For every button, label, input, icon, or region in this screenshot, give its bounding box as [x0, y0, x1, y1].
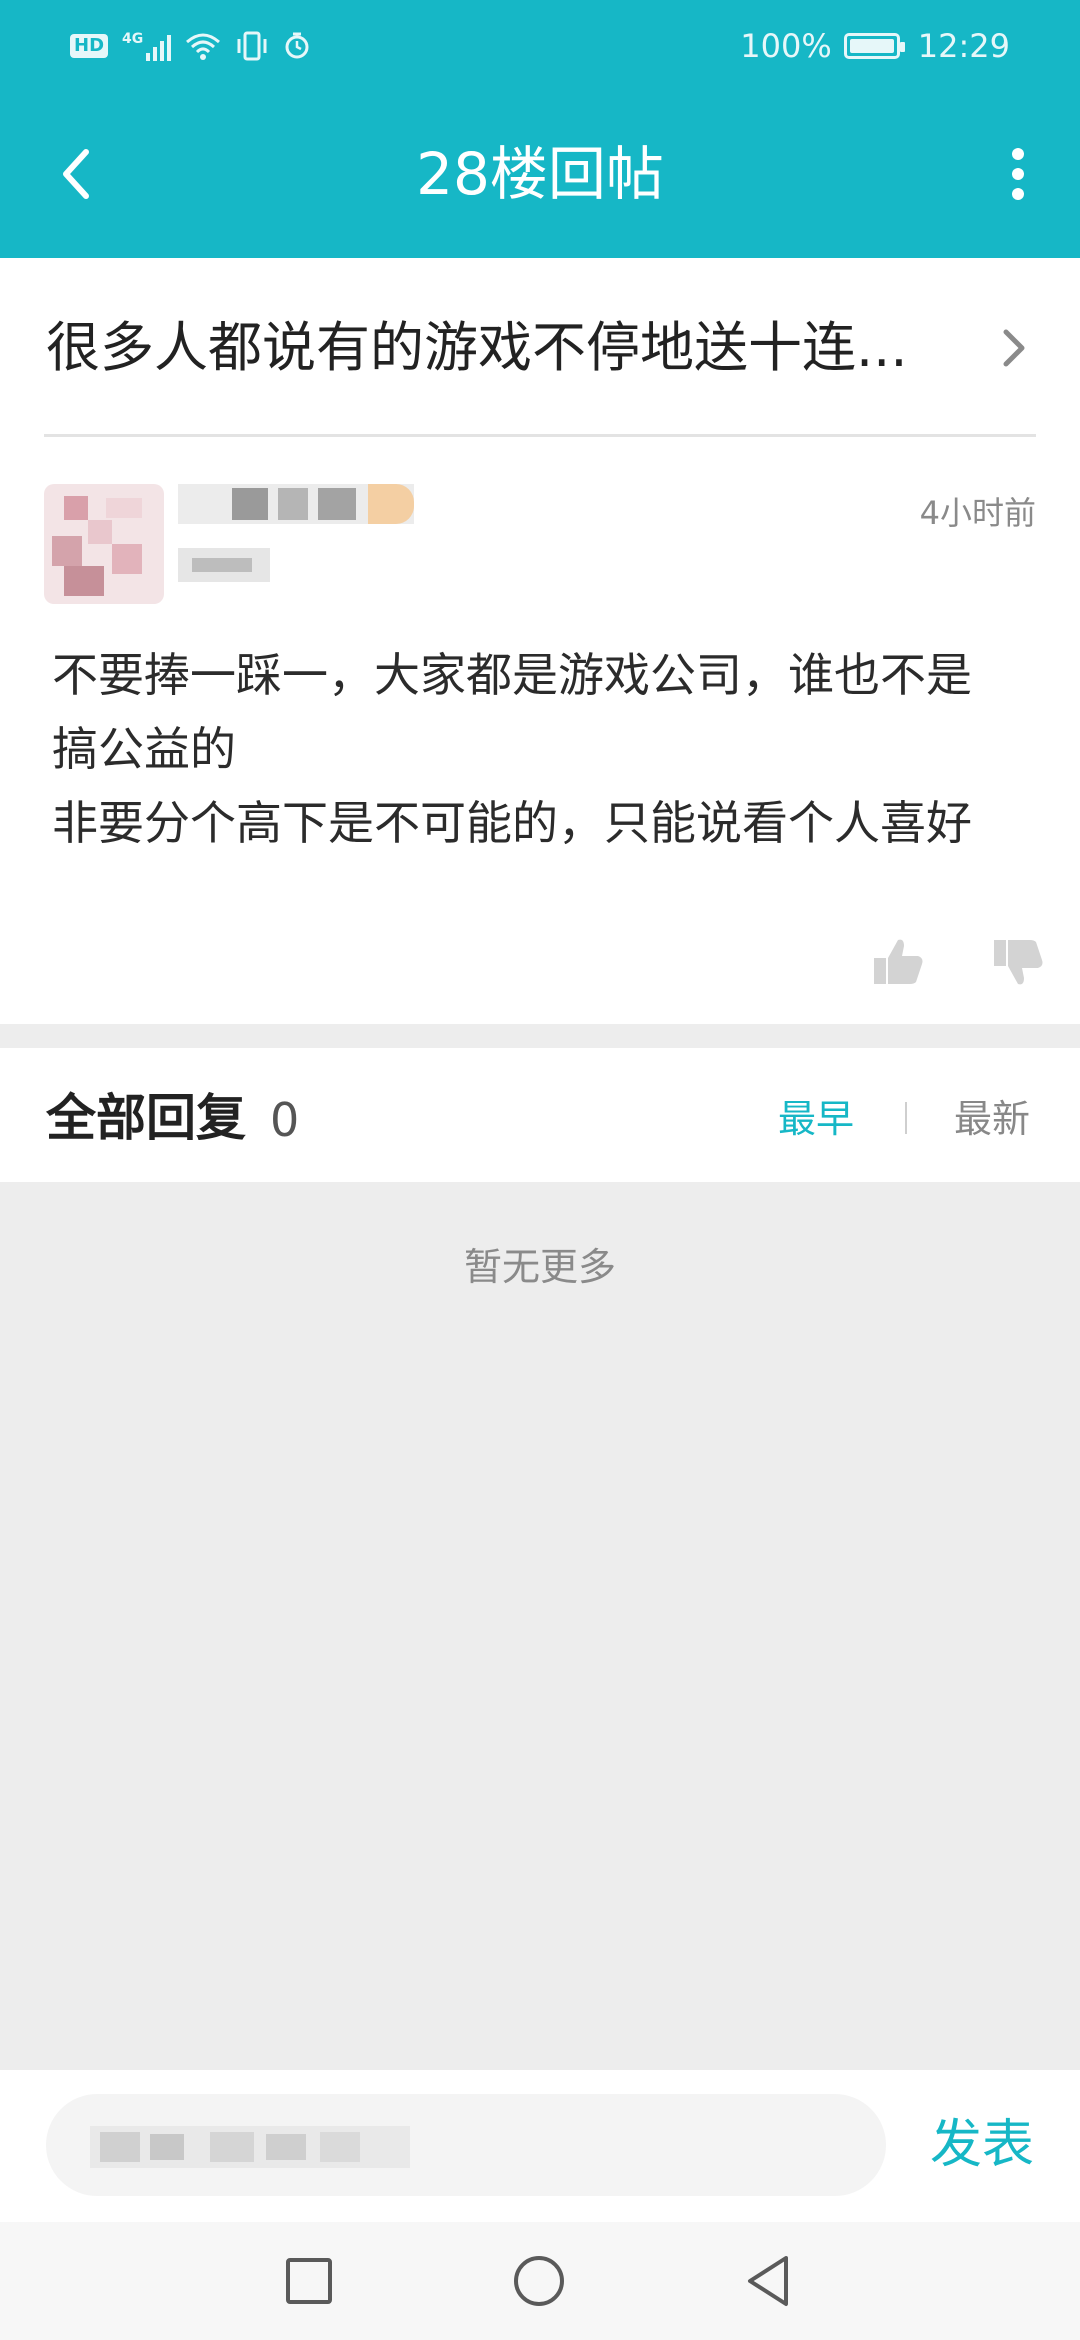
- post-line: 搞公益的: [52, 722, 236, 776]
- triangle-back-icon: [748, 2256, 788, 2306]
- post-time: 4小时前: [919, 494, 1036, 532]
- divider: [44, 434, 1036, 437]
- nav-back-button[interactable]: [738, 2250, 800, 2312]
- chevron-right-icon: [1003, 329, 1025, 367]
- author-level: [178, 548, 270, 582]
- empty-replies-text: 暂无更多: [463, 1245, 616, 1289]
- reply-input-placeholder: [90, 2126, 410, 2168]
- top-bar: HD 4G 100% 12:29 28楼回帖: [0, 0, 1080, 258]
- title-bar: 28楼回帖: [0, 90, 1080, 258]
- circle-icon: [514, 2256, 564, 2306]
- page-title: 28楼回帖: [416, 140, 664, 208]
- battery-icon: [843, 33, 905, 59]
- sort-separator: [905, 1102, 907, 1134]
- replies-count: 0: [270, 1093, 300, 1147]
- author-name[interactable]: [178, 484, 414, 524]
- status-bar: HD 4G 100% 12:29: [0, 0, 1080, 90]
- dislike-button[interactable]: [990, 934, 1050, 994]
- vibrate-icon: [237, 31, 267, 61]
- more-vertical-icon: [1012, 148, 1024, 200]
- replies-title: 全部回复: [46, 1089, 246, 1147]
- alarm-icon: [285, 32, 309, 59]
- hd-badge: HD: [70, 34, 109, 58]
- status-right: 100% 12:29: [740, 26, 1010, 66]
- thread-link[interactable]: 很多人都说有的游戏不停地送十连...: [0, 258, 1080, 436]
- wifi-icon: [186, 33, 221, 60]
- post-line: 不要捧一踩一，大家都是游戏公司，谁也不是: [52, 648, 972, 702]
- post-body: 不要捧一踩一，大家都是游戏公司，谁也不是 搞公益的 非要分个高下是不可能的，只能…: [52, 638, 1032, 860]
- square-icon: [286, 2258, 332, 2304]
- thumbs-down-icon: [994, 940, 1043, 985]
- nav-recent-button[interactable]: [278, 2250, 340, 2312]
- avatar[interactable]: [44, 484, 164, 604]
- thread-title: 很多人都说有的游戏不停地送十连...: [46, 316, 908, 379]
- send-button[interactable]: 发表: [930, 2110, 1034, 2180]
- like-button[interactable]: [870, 934, 930, 994]
- battery-percent: 100%: [740, 27, 832, 65]
- system-nav-bar: [0, 2222, 1080, 2340]
- sort-earliest-tab[interactable]: 最早: [778, 1094, 854, 1144]
- network-label: 4G: [122, 31, 144, 47]
- reply-composer: 发表: [0, 2070, 1080, 2222]
- post-line: 非要分个高下是不可能的，只能说看个人喜好: [52, 796, 972, 850]
- post-card: 很多人都说有的游戏不停地送十连... 4小时前 不要捧一踩一，大家都是游戏公司，…: [0, 258, 1080, 1024]
- status-left: HD 4G: [70, 26, 311, 66]
- author-row: 4小时前: [0, 458, 1080, 638]
- more-button[interactable]: [978, 134, 1058, 214]
- clock: 12:29: [917, 27, 1010, 65]
- sort-newest-tab[interactable]: 最新: [954, 1094, 1030, 1144]
- reply-input[interactable]: [46, 2094, 886, 2196]
- thumbs-up-icon: [874, 939, 923, 984]
- nav-home-button[interactable]: [508, 2250, 570, 2312]
- replies-header: 全部回复 0 最早 最新: [0, 1048, 1080, 1182]
- signal-icon: 4G: [122, 31, 172, 61]
